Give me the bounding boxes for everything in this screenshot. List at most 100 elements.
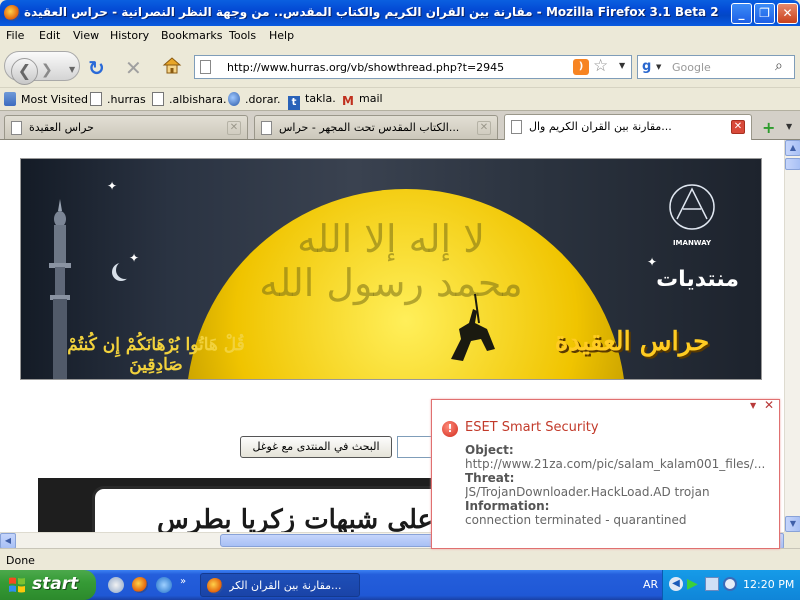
tab-bible-microscope[interactable]: ...الكتاب المقدس تحت المجهر - حراس ✕ — [254, 115, 498, 139]
forward-button[interactable]: ❯ — [41, 62, 53, 78]
tab-comparison-active[interactable]: ...مقارنة بين القران الكريم وال ✕ — [504, 114, 752, 140]
stop-icon[interactable]: ✕ — [125, 56, 142, 80]
minimize-button[interactable]: _ — [731, 3, 752, 24]
start-button[interactable]: start — [0, 570, 96, 600]
scroll-left-arrow-icon[interactable]: ◀ — [0, 533, 16, 549]
windows-flag-icon — [9, 577, 25, 593]
tab-label: حراس العقيدة — [29, 121, 94, 134]
scroll-down-arrow-icon[interactable]: ▼ — [785, 516, 800, 532]
clock: 12:20 PM — [743, 578, 795, 591]
language-indicator[interactable]: AR — [643, 578, 658, 591]
vertical-scroll-thumb[interactable] — [785, 158, 800, 170]
navigation-toolbar: ❮ ❯ ▼ ↻ ✕ http://www.hurras.org/vb/showt… — [0, 46, 800, 88]
search-input[interactable]: Google — [672, 61, 711, 74]
eset-info-value: connection terminated - quarantined — [465, 513, 687, 527]
eset-object-label: Object: — [465, 443, 514, 457]
taskbar-firefox-window[interactable]: ...مقارنة بين القران الكر — [200, 573, 360, 597]
back-button[interactable]: ❮ — [11, 58, 38, 85]
banner-verse: قُلْ هَاتُوا بُرْهَانَكُمْ إِن كُنتُمْ ص… — [67, 335, 245, 375]
tray-network-icon[interactable] — [705, 577, 719, 591]
tab-close-icon[interactable]: ✕ — [477, 121, 491, 135]
firefox-icon — [207, 578, 223, 594]
url-text[interactable]: http://www.hurras.org/vb/showthread.php?… — [227, 61, 504, 74]
taskbar-window-label: ...مقارنة بين القران الكر — [229, 579, 342, 592]
vertical-scrollbar[interactable]: ▲ ▼ — [784, 140, 800, 532]
bookmark-star-icon[interactable]: ☆ — [593, 56, 608, 76]
tab-hurras-home[interactable]: حراس العقيدة ✕ — [4, 115, 248, 139]
page-icon — [200, 60, 211, 74]
eset-info-label: Information: — [465, 499, 550, 513]
close-window-button[interactable]: ✕ — [777, 3, 798, 24]
t-icon: t — [288, 96, 300, 110]
maximize-button[interactable]: ❐ — [754, 3, 775, 24]
google-icon[interactable]: g — [642, 59, 651, 74]
menu-history[interactable]: History — [110, 29, 149, 42]
bookmark-most-visited[interactable]: Most Visited — [4, 92, 88, 106]
bookmark-dorar[interactable]: .dorar. — [228, 92, 280, 106]
tab-label: ...الكتاب المقدس تحت المجهر - حراس — [279, 121, 460, 134]
scroll-up-arrow-icon[interactable]: ▲ — [785, 140, 800, 156]
reload-icon[interactable]: ↻ — [88, 56, 105, 80]
horse-rider-graphic — [451, 293, 495, 361]
new-tab-icon[interactable]: + — [762, 118, 775, 137]
menu-edit[interactable]: Edit — [39, 29, 60, 42]
popup-menu-arrow-icon[interactable]: ▼ — [750, 401, 756, 410]
imanway-logo-icon — [669, 184, 715, 230]
search-magnifier-icon[interactable]: ⌕ — [775, 58, 783, 74]
gmail-icon: M — [342, 94, 354, 108]
bookmark-albishara[interactable]: .albishara. — [152, 92, 227, 106]
menu-help[interactable]: Help — [269, 29, 294, 42]
url-dropdown-icon[interactable]: ▼ — [619, 61, 625, 70]
eset-title: ESET Smart Security — [465, 420, 599, 435]
tab-label: ...مقارنة بين القران الكريم وال — [529, 120, 672, 133]
page-icon — [11, 121, 22, 135]
page-icon — [90, 92, 102, 106]
bookmark-takla[interactable]: t takla. — [288, 92, 336, 110]
tray-play-icon[interactable]: ▶ — [687, 577, 701, 591]
globe-icon — [228, 92, 240, 106]
url-bar[interactable]: http://www.hurras.org/vb/showthread.php?… — [194, 55, 632, 79]
scrollbar-corner — [784, 532, 800, 548]
forum-word: منتديات — [656, 267, 739, 292]
tray-eset-icon[interactable] — [723, 577, 737, 591]
eset-threat-label: Threat: — [465, 471, 515, 485]
bookmark-hurras[interactable]: .hurras — [90, 92, 146, 106]
page-icon — [261, 121, 272, 135]
status-text: Done — [6, 554, 35, 567]
page-icon — [511, 120, 522, 134]
bookmarks-toolbar: Most Visited .hurras .albishara. .dorar.… — [0, 88, 800, 110]
tab-bar: حراس العقيدة ✕ ...الكتاب المقدس تحت المج… — [0, 110, 800, 140]
rss-feed-icon[interactable]: ) — [573, 59, 589, 75]
tab-close-icon[interactable]: ✕ — [227, 121, 241, 135]
search-engine-dropdown-icon[interactable]: ▼ — [656, 63, 661, 71]
bookmark-mail[interactable]: Mmail — [342, 92, 383, 108]
quicklaunch-expand-icon[interactable]: » — [180, 576, 186, 587]
quicklaunch-desktop-icon[interactable] — [108, 577, 124, 593]
status-bar: Done — [0, 548, 800, 570]
menu-view[interactable]: View — [73, 29, 99, 42]
search-bar[interactable]: g ▼ Google ⌕ — [637, 55, 795, 79]
home-icon[interactable] — [162, 55, 182, 75]
back-forward-group: ❮ ❯ ▼ — [4, 51, 80, 85]
all-tabs-dropdown-icon[interactable]: ▼ — [786, 122, 792, 131]
eset-alert-popup[interactable]: ▼ ✕ ! ESET Smart Security Object: http:/… — [431, 398, 780, 549]
forum-banner[interactable]: ✦ ✦ ✦ لا إله إلا الله محمد رسول الله قُل… — [20, 158, 762, 380]
star-sparkle-icon: ✦ — [107, 179, 118, 193]
menu-tools[interactable]: Tools — [229, 29, 256, 42]
tab-close-icon[interactable]: ✕ — [731, 120, 745, 134]
quicklaunch-ie-icon[interactable] — [156, 577, 172, 593]
menu-bar: File Edit View History Bookmarks Tools H… — [0, 26, 800, 46]
window-titlebar[interactable]: مقارنة بين القران الكريم والكتاب المقدس.… — [0, 0, 800, 26]
history-dropdown-icon[interactable]: ▼ — [69, 65, 75, 74]
eset-object-value: http://www.21za.com/pic/salam_kalam001_f… — [465, 457, 766, 471]
quicklaunch-firefox-icon[interactable] — [132, 577, 148, 593]
alert-icon: ! — [442, 421, 458, 437]
popup-close-icon[interactable]: ✕ — [764, 398, 774, 412]
star-sparkle-icon: ✦ — [129, 251, 140, 265]
taskbar: start » ...مقارنة بين القران الكر AR ◀ ▶… — [0, 570, 800, 600]
tray-back-arrow-icon[interactable]: ◀ — [669, 577, 683, 591]
forum-google-search-button[interactable]: البحث في المنتدى مع غوغل — [240, 436, 392, 458]
menu-file[interactable]: File — [6, 29, 24, 42]
folder-icon — [4, 92, 16, 106]
menu-bookmarks[interactable]: Bookmarks — [161, 29, 222, 42]
